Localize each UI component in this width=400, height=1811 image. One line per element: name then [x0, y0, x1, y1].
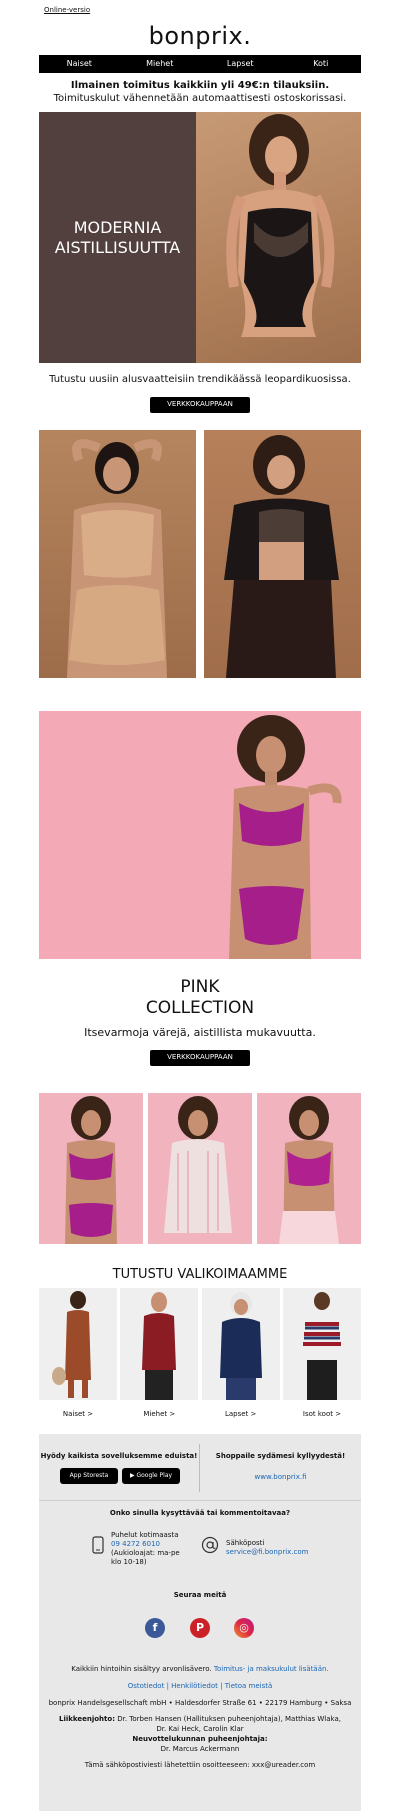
shipping-rest: Toimituskulut vähennetään automaattisest… — [53, 93, 347, 104]
pink-shop-button[interactable]: VERKKOKAUPPAAN — [150, 1050, 250, 1066]
board-label: Neuvottelukunnan puheenjohtaja: — [132, 1735, 268, 1743]
nav-item-naiset[interactable]: Naiset — [39, 55, 120, 73]
category-isot-koot-link[interactable]: Isot koot > — [283, 1410, 361, 1418]
category-lapset-link[interactable]: Lapset > — [202, 1410, 280, 1418]
vat-link[interactable]: Toimitus- ja maksukulut lisätään. — [214, 1665, 329, 1673]
email-link[interactable]: service@fi.bonprix.com — [226, 1548, 356, 1557]
recipient-info: Tämä sähköpostiviesti lähetettiin osoitt… — [84, 1761, 316, 1769]
pink-photo-row — [39, 1093, 361, 1244]
category-miehet-photo[interactable] — [120, 1288, 199, 1400]
woman-figure — [52, 1291, 91, 1398]
footer: Hyödy kaikista sovelluksemme eduista! Ap… — [39, 1434, 361, 1811]
app-store-label: App Storesta — [69, 1472, 109, 1479]
pink-collection-title: PINK COLLECTION — [0, 977, 400, 1019]
phone-hours: (Aukioloajat: ma-pe klo 10-18) — [111, 1549, 180, 1566]
nude-set-photo[interactable] — [39, 430, 196, 678]
email-contact: Sähköposti service@fi.bonprix.com — [226, 1539, 356, 1557]
hero-description: Tutustu uusiin alusvaatteisiin trendikää… — [49, 374, 351, 385]
pink-pajama-photo[interactable] — [148, 1093, 252, 1244]
categories-title: TUTUSTU VALIKOIMAAMME — [112, 1267, 288, 1282]
phone-icon — [92, 1536, 104, 1554]
management-names: Dr. Torben Hansen (Hallituksen puheenjoh… — [117, 1715, 341, 1733]
purchase-info-link[interactable]: Ostotiedot — [128, 1682, 165, 1690]
instagram-icon[interactable]: ◎ — [234, 1618, 254, 1638]
man-figure — [142, 1292, 177, 1400]
category-naiset-photo[interactable] — [39, 1288, 117, 1400]
category-photo-row — [39, 1288, 361, 1400]
pink-title-line1: PINK — [180, 977, 220, 997]
hero-shop-button[interactable]: VERKKOKAUPPAAN — [150, 397, 250, 413]
hero-model-photo[interactable] — [196, 112, 361, 363]
nude-set-figure — [67, 439, 167, 678]
hero-title-line1: MODERNIA — [73, 217, 162, 237]
pinterest-icon[interactable]: P — [190, 1618, 210, 1638]
newsletter: Online-versio bonprix. Naiset Miehet Lap… — [0, 0, 400, 1811]
leopard-set-photo[interactable] — [204, 430, 361, 678]
follow-heading: Seuraa meitä — [173, 1591, 227, 1599]
pink-bra-photo[interactable] — [39, 1093, 143, 1244]
phone-contact: Puhelut kotimaasta 09 4272 6010 (Aukiolo… — [111, 1531, 189, 1567]
child-figure — [219, 1292, 262, 1400]
hero-title-line2: AISTILLISUUTTA — [54, 237, 181, 257]
pink-description: Itsevarmoja värejä, aistillista mukavuut… — [84, 1026, 316, 1039]
nav-item-lapset[interactable]: Lapset — [200, 55, 281, 73]
management-label: Liikkeenjohto: — [58, 1715, 115, 1723]
online-version-link[interactable]: Online-versio — [44, 6, 90, 14]
bonprix-site-link[interactable]: www.bonprix.fi — [200, 1472, 361, 1482]
google-play-label: Google Play — [136, 1472, 173, 1479]
vat-info: Kaikkiin hintoihin sisältyy arvonlisäver… — [39, 1664, 361, 1674]
pink-bralette-figure — [279, 1096, 339, 1244]
questions-heading: Onko sinulla kysyttävää tai kommentoitav… — [109, 1509, 291, 1517]
about-us-link[interactable]: Tietoa meistä — [225, 1682, 273, 1690]
favorites-title: Shoppaile sydämesi kyllyydestä! — [215, 1452, 346, 1460]
email-label: Sähköposti — [226, 1539, 265, 1547]
company-address: bonprix Handelsgesellschaft mbH • Haldes… — [48, 1699, 352, 1707]
hero-banner[interactable]: MODERNIA AISTILLISUUTTA — [39, 112, 361, 363]
footer-links: Ostotiedot | Henkilötiedot | Tietoa meis… — [39, 1681, 361, 1691]
category-naiset-link[interactable]: Naiset > — [39, 1410, 117, 1418]
category-miehet-link[interactable]: Miehet > — [120, 1410, 198, 1418]
plus-size-figure — [302, 1292, 341, 1400]
app-promo-title: Hyödy kaikista sovelluksemme eduista! — [40, 1452, 198, 1460]
shipping-bold: Ilmainen toimitus kaikkiin yli 49€:n til… — [70, 80, 330, 91]
lingerie-photo-pair — [39, 430, 361, 678]
pink-title-line2: COLLECTION — [145, 998, 255, 1018]
pink-bra-figure — [65, 1096, 117, 1244]
phone-number-link[interactable]: 09 4272 6010 — [111, 1540, 189, 1549]
category-lapset-photo[interactable] — [201, 1288, 280, 1400]
phone-label: Puhelut kotimaasta — [111, 1531, 179, 1539]
pink-collection-photo[interactable] — [39, 711, 361, 959]
pink-model-figure — [229, 715, 342, 959]
personal-data-link[interactable]: Henkilötiedot — [171, 1682, 218, 1690]
shipping-banner: Ilmainen toimitus kaikkiin yli 49€:n til… — [44, 79, 356, 105]
google-play-button[interactable]: ▶ Google Play — [122, 1468, 180, 1484]
main-nav: Naiset Miehet Lapset Koti — [39, 55, 361, 73]
hero-model-figure — [226, 114, 335, 337]
category-labels: Naiset > Miehet > Lapset > Isot koot > — [39, 1410, 361, 1418]
pink-bralette-photo[interactable] — [257, 1093, 361, 1244]
vat-text: Kaikkiin hintoihin sisältyy arvonlisäver… — [71, 1665, 212, 1673]
footer-horizontal-divider — [39, 1500, 361, 1501]
bonprix-logo[interactable]: bonprix. — [0, 22, 400, 50]
category-isot-koot-photo[interactable] — [282, 1288, 361, 1400]
nav-item-miehet[interactable]: Miehet — [120, 55, 201, 73]
board-name: Dr. Marcus Ackermann — [160, 1745, 240, 1753]
nav-item-koti[interactable]: Koti — [281, 55, 362, 73]
hero-title-panel: MODERNIA AISTILLISUUTTA — [39, 112, 196, 363]
leopard-set-figure — [224, 435, 339, 678]
pink-pajama-figure — [164, 1096, 232, 1233]
management-info: Liikkeenjohto: Dr. Torben Hansen (Hallit… — [39, 1714, 361, 1734]
app-store-button[interactable]: App Storesta — [60, 1468, 118, 1484]
email-at-icon — [201, 1536, 219, 1554]
facebook-icon[interactable]: f — [145, 1618, 165, 1638]
